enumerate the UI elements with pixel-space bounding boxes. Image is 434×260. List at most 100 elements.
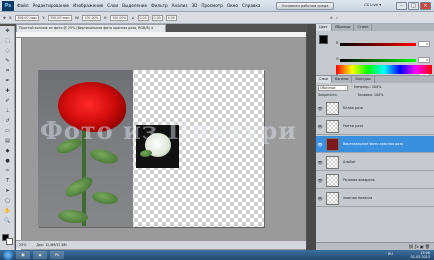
link-layers-icon[interactable]: ⛓: [408, 244, 413, 249]
layer-thumbnail: [326, 191, 339, 205]
background-color-swatch[interactable]: [6, 238, 13, 245]
brush-tool-icon[interactable]: ✐: [2, 97, 13, 106]
layer-row[interactable]: 👁 Нитки роза: [316, 118, 434, 135]
pen-tool-icon[interactable]: ✑: [2, 167, 13, 176]
new-layer-icon[interactable]: ▣: [420, 244, 424, 249]
tab-swatches[interactable]: Образцы: [332, 24, 355, 31]
layers-footer: ⛓ ƒx ▣ 🗑: [316, 242, 434, 250]
trash-icon[interactable]: 🗑: [425, 244, 430, 249]
tab-color[interactable]: Цвет: [316, 24, 332, 31]
tab-paths[interactable]: Контуры: [352, 76, 375, 83]
menu-layers[interactable]: Слои: [107, 3, 118, 8]
dodge-tool-icon[interactable]: ●: [2, 157, 13, 166]
hand-tool-icon[interactable]: ✋: [2, 207, 13, 216]
y-field[interactable]: 350,00 пикс: [48, 14, 73, 21]
cancel-transform-icon[interactable]: ⊘: [330, 16, 333, 20]
color-spectrum[interactable]: [336, 65, 432, 74]
start-button[interactable]: [3, 250, 13, 260]
language-indicator[interactable]: RU: [388, 252, 393, 256]
blend-mode-select[interactable]: Обычные: [318, 85, 348, 91]
layers-lock-row: Закрепить: Заливка: 100%: [318, 93, 383, 97]
x-field[interactable]: 306,00 пикс: [15, 14, 40, 21]
menu-window[interactable]: Окно: [227, 3, 238, 8]
crop-tool-icon[interactable]: ⌗: [2, 67, 13, 76]
layer-name: Альбит: [343, 160, 356, 164]
menu-bar: Ps Файл Редактирование Изображение Слои …: [0, 0, 434, 12]
shape-tool-icon[interactable]: ▢: [2, 197, 13, 206]
layer-thumbnail: [326, 119, 339, 133]
menu-filter[interactable]: Фильтр: [151, 3, 168, 8]
history-brush-tool-icon[interactable]: ↺: [2, 117, 13, 126]
browser-icon[interactable]: ◉: [33, 251, 47, 259]
menu-select[interactable]: Выделение: [122, 3, 147, 8]
maximize-icon[interactable]: □: [408, 2, 419, 10]
layer-name: Нитки роза: [343, 124, 364, 128]
layer-name: Розовая акварель: [343, 178, 375, 182]
clock-date: 01.03.2013: [410, 255, 430, 259]
path-select-tool-icon[interactable]: ➤: [2, 187, 13, 196]
menu-file[interactable]: Файл: [17, 3, 29, 8]
v-skew-field[interactable]: 0,00: [165, 14, 177, 21]
move-tool-icon[interactable]: ✥: [2, 27, 13, 36]
w-field[interactable]: 100,00%: [82, 14, 101, 21]
eye-icon[interactable]: 👁: [316, 196, 324, 201]
fill-field[interactable]: Заливка: 100%: [358, 93, 384, 97]
marquee-tool-icon[interactable]: ⬚: [2, 37, 13, 46]
blur-tool-icon[interactable]: ◆: [2, 147, 13, 156]
eye-icon[interactable]: 👁: [316, 106, 324, 111]
menu-view[interactable]: Просмотр: [201, 3, 223, 8]
document-status-bar: 25% Док: 12,6М/37,6М: [16, 240, 306, 249]
angle-field[interactable]: 0,00: [137, 14, 149, 21]
minimize-icon[interactable]: –: [396, 2, 407, 10]
zoom-level[interactable]: 25%: [19, 241, 26, 249]
eye-icon[interactable]: 👁: [316, 178, 324, 183]
tab-styles[interactable]: Стили: [354, 24, 373, 31]
menu-image[interactable]: Изображение: [73, 3, 103, 8]
layer-row[interactable]: 👁 Белая роза: [316, 100, 434, 117]
slider-r[interactable]: R 0: [316, 41, 434, 48]
photoshop-taskbar-icon[interactable]: Ps: [50, 251, 64, 259]
menu-analysis[interactable]: Анализ: [172, 3, 188, 8]
type-tool-icon[interactable]: T: [2, 177, 13, 186]
menu-edit[interactable]: Редактирование: [33, 3, 70, 8]
layer-thumbnail: [326, 173, 339, 187]
layers-panel-tabs: Слои Каналы Контуры: [316, 76, 434, 83]
layer-row[interactable]: 👁 Розовая акварель: [316, 172, 434, 189]
eraser-tool-icon[interactable]: ▭: [2, 127, 13, 136]
layer-row[interactable]: 👁 Альбит: [316, 154, 434, 171]
menu-help[interactable]: Справка: [242, 3, 260, 8]
options-bar: ✥ X: 306,00 пикс Y: 350,00 пикс W: 100,0…: [0, 12, 434, 24]
layers-panel: Слои Каналы Контуры Обычные Непрозр.: 10…: [316, 75, 434, 250]
h-field[interactable]: 100,00%: [110, 14, 129, 21]
quick-select-tool-icon[interactable]: ✎: [2, 57, 13, 66]
x-label: X:: [8, 15, 13, 20]
slider-g[interactable]: G 0: [316, 57, 434, 64]
menu-3d[interactable]: 3D: [191, 3, 197, 8]
eyedropper-tool-icon[interactable]: ✒: [2, 77, 13, 86]
tab-channels[interactable]: Каналы: [332, 76, 353, 83]
explorer-icon[interactable]: ▦: [16, 251, 30, 259]
cs-live-button[interactable]: CS Live ▾: [364, 2, 381, 7]
stamp-tool-icon[interactable]: ⊥: [2, 107, 13, 116]
eye-icon[interactable]: 👁: [316, 124, 324, 129]
layer-thumbnail: [326, 155, 339, 169]
healing-tool-icon[interactable]: ✚: [2, 87, 13, 96]
lasso-tool-icon[interactable]: ◌: [2, 47, 13, 56]
document-tab[interactable]: Простой коллаж из фото @ 25% (Вертикальн…: [16, 24, 166, 32]
layer-row-selected[interactable]: 👁 Вертикальное фото красная роза: [316, 136, 434, 153]
workspace-button[interactable]: Основная рабочая среда: [276, 2, 334, 10]
windows-taskbar: ▦ ◉ Ps 13:06 01.03.2013 RU: [0, 250, 434, 260]
eye-icon[interactable]: 👁: [316, 142, 324, 147]
layer-name: Вертикальное фото красная роза: [343, 142, 404, 146]
tab-layers[interactable]: Слои: [316, 76, 332, 83]
system-clock[interactable]: 13:06 01.03.2013: [411, 251, 430, 259]
zoom-tool-icon[interactable]: 🔍: [2, 217, 13, 226]
close-icon[interactable]: ×: [420, 2, 431, 10]
gradient-tool-icon[interactable]: ▤: [2, 137, 13, 146]
eye-icon[interactable]: 👁: [316, 160, 324, 165]
h-skew-field[interactable]: 0,00: [151, 14, 163, 21]
layer-row[interactable]: 👁 нижняя полоска: [316, 190, 434, 207]
opacity-field[interactable]: Непрозр.: 100%: [354, 85, 381, 91]
add-style-icon[interactable]: ƒx: [415, 244, 419, 249]
commit-transform-icon[interactable]: ✓: [336, 16, 339, 20]
